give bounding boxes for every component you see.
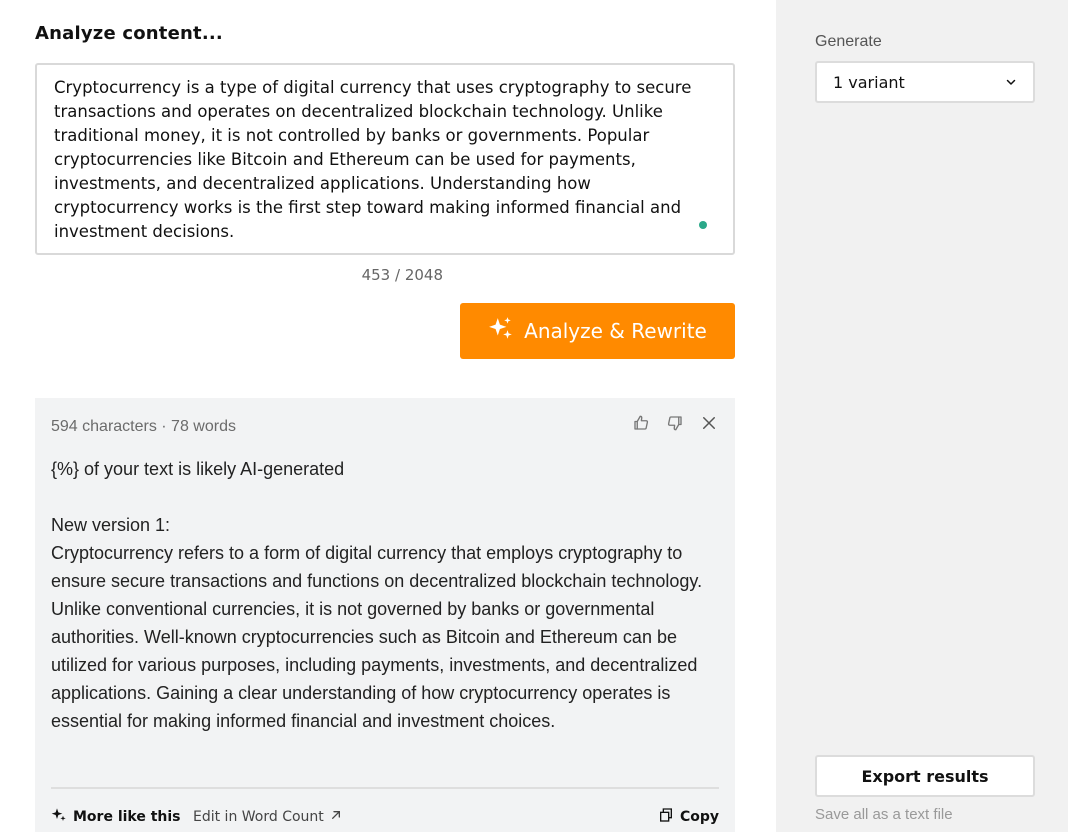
result-card: 594 characters · 78 words {%} of your te…	[35, 398, 735, 832]
copy-button[interactable]: Copy	[658, 807, 719, 827]
result-footer: More like this Edit in Word Count Copy	[51, 803, 719, 827]
copy-label: Copy	[679, 809, 719, 825]
save-all-text: Save all as a text file	[815, 806, 953, 823]
result-meta: 594 characters · 78 words	[51, 418, 236, 435]
sparkle-icon	[488, 316, 514, 347]
sidebar	[776, 0, 1068, 832]
thumbs-down-icon[interactable]	[665, 413, 685, 433]
content-input[interactable]: Cryptocurrency is a type of digital curr…	[35, 63, 735, 255]
thumbs-up-icon[interactable]	[631, 413, 651, 433]
more-like-this-button[interactable]: More like this	[51, 807, 181, 827]
result-actions	[631, 413, 719, 433]
variant-select-value: 1 variant	[833, 72, 905, 92]
copy-icon	[658, 807, 674, 827]
close-icon[interactable]	[699, 413, 719, 433]
external-arrow-icon	[328, 807, 344, 827]
main-panel: Analyze content... Cryptocurrency is a t…	[0, 0, 776, 832]
analyze-button-label: Analyze & Rewrite	[524, 319, 707, 343]
ai-detection-line: {%} of your text is likely AI-generated	[51, 459, 345, 479]
grammar-status-dot	[699, 221, 707, 229]
result-divider	[51, 787, 719, 789]
more-like-this-label: More like this	[73, 809, 181, 825]
export-results-button[interactable]: Export results	[815, 755, 1035, 797]
version-text: Cryptocurrency refers to a form of digit…	[51, 543, 703, 731]
analyze-rewrite-button[interactable]: Analyze & Rewrite	[460, 303, 735, 359]
variant-select[interactable]: 1 variant	[815, 61, 1035, 103]
sparkle-icon	[51, 807, 67, 827]
generate-label: Generate	[815, 33, 882, 50]
char-counter: 453 / 2048	[361, 266, 443, 284]
edit-in-label: Edit in Word Count	[193, 809, 324, 825]
result-body: {%} of your text is likely AI-generated …	[51, 455, 731, 735]
chevron-down-icon	[1005, 73, 1017, 92]
edit-in-word-count-link[interactable]: Edit in Word Count	[193, 807, 344, 827]
version-heading: New version 1:	[51, 515, 171, 535]
section-title: Analyze content...	[35, 23, 223, 44]
